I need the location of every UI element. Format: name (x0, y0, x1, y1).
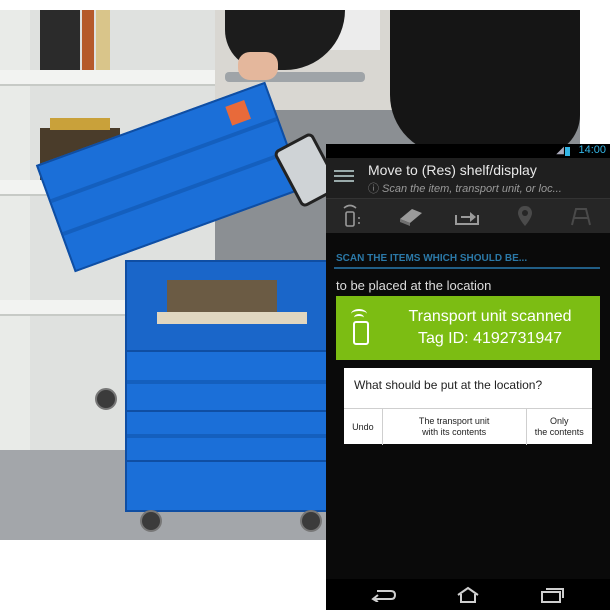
status-bar: ◢ 14:00 (326, 144, 610, 158)
shelf-icon[interactable] (558, 201, 604, 231)
section-header: SCAN THE ITEMS WHICH SHOULD BE... (336, 253, 528, 264)
section-divider (334, 267, 600, 269)
with-contents-line1: The transport unit (418, 416, 490, 426)
location-text: to be placed at the location (336, 278, 492, 293)
page-title: Move to (Res) shelf/display (368, 162, 537, 178)
book (50, 118, 110, 130)
hand (238, 52, 278, 80)
transport-unit-with-contents-button[interactable]: The transport unit with its contents (383, 409, 527, 445)
navigation-bar (326, 579, 610, 610)
phone-screen: ◢ 14:00 Move to (Res) shelf/display ⓘ Sca… (326, 144, 610, 610)
home-icon[interactable] (448, 584, 488, 606)
crate-label (225, 100, 251, 126)
shelf-board (0, 70, 215, 86)
toolbar (326, 198, 610, 234)
cart-wheel (300, 510, 322, 532)
crate-rib (127, 434, 332, 438)
only-contents-button[interactable]: Only the contents (527, 409, 592, 445)
rfid-phone-icon[interactable] (328, 201, 374, 231)
undo-button[interactable]: Undo (344, 409, 383, 445)
person-body (390, 10, 580, 155)
recent-apps-icon[interactable] (532, 584, 572, 606)
battery-icon (565, 147, 570, 156)
crate-rib (127, 380, 332, 384)
content-area: SCAN THE ITEMS WHICH SHOULD BE... to be … (326, 233, 610, 579)
subtitle-text: Scan the item, transport unit, or loc... (382, 183, 562, 195)
with-contents-label: The transport unit with its contents (419, 416, 490, 438)
back-icon[interactable] (364, 584, 404, 606)
book (96, 10, 110, 70)
signal-icon: ◢ (556, 145, 564, 156)
books-in-crate (157, 312, 307, 324)
phone-rfid-icon (350, 309, 372, 347)
location-dialog: What should be put at the location? Undo… (344, 368, 592, 445)
crate-rib (62, 150, 290, 236)
cart-wheel (140, 510, 162, 532)
only-line2: the contents (534, 427, 584, 437)
book (40, 10, 80, 70)
dialog-buttons: Undo The transport unit with its contents… (344, 408, 592, 445)
scan-title: Transport unit scanned (408, 308, 572, 325)
crate-open (125, 260, 334, 354)
book-icon[interactable] (388, 201, 434, 231)
tray-arrow-icon[interactable] (444, 201, 490, 231)
cart-wheel (95, 388, 117, 410)
location-pin-icon[interactable] (502, 201, 548, 231)
scan-confirmation: Transport unit scanned Tag ID: 419273194… (336, 296, 600, 360)
crate-stacked (125, 410, 334, 464)
info-icon: ⓘ (368, 183, 379, 195)
action-bar: Move to (Res) shelf/display ⓘ Scan the it… (326, 158, 610, 198)
tag-id: Tag ID: 4192731947 (417, 330, 563, 347)
dialog-question: What should be put at the location? (354, 378, 543, 392)
menu-icon[interactable] (334, 167, 354, 187)
only-contents-label: Only the contents (535, 416, 584, 438)
book (82, 10, 94, 70)
status-time: 14:00 (578, 144, 606, 156)
undo-label: Undo (352, 421, 374, 432)
crate-stacked (125, 460, 334, 512)
crate-stacked (125, 350, 334, 414)
only-line1: Only (550, 416, 569, 426)
with-contents-line2: with its contents (422, 427, 487, 437)
page-subtitle: ⓘ Scan the item, transport unit, or loc..… (368, 180, 604, 196)
